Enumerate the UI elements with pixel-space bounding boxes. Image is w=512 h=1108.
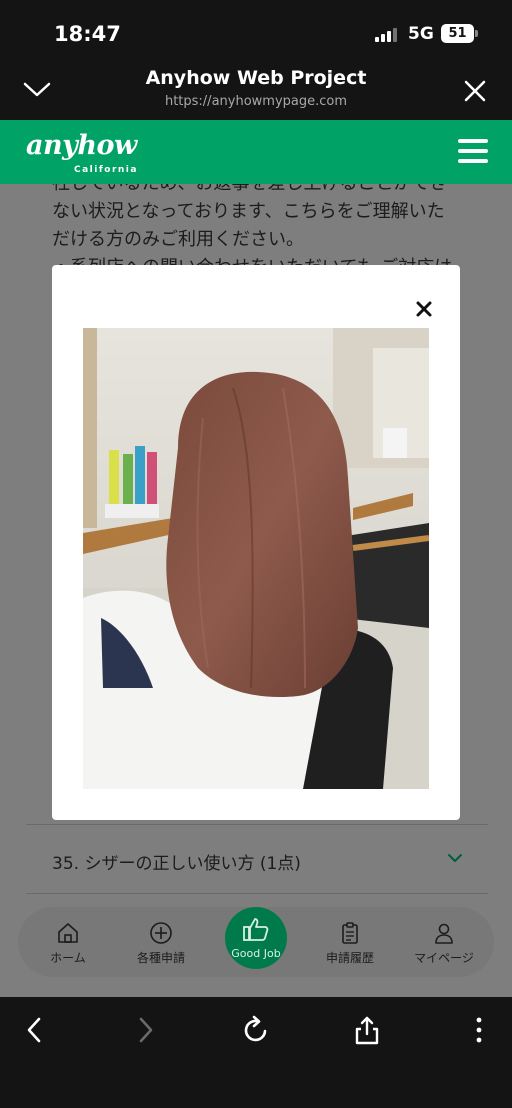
tab-label: マイページ (414, 951, 474, 965)
item-label: 35. シザーの正しい使い方 (1点) (52, 854, 301, 874)
close-icon[interactable] (416, 301, 432, 317)
logo-subtext: California (74, 165, 138, 175)
site-nav: anyhow California (0, 120, 512, 184)
image-modal (52, 265, 460, 820)
hair-photo (83, 328, 429, 789)
status-bar: 18:47 5G 51 (0, 0, 512, 62)
plus-circle-icon (150, 922, 172, 944)
signal-icon (375, 28, 399, 42)
tab-home[interactable]: ホーム (23, 907, 113, 977)
more-icon[interactable] (464, 1015, 494, 1045)
clipboard-icon (342, 922, 358, 944)
reload-icon[interactable] (241, 1015, 271, 1045)
battery-icon: 51 (441, 24, 474, 43)
tab-history[interactable]: 申請履歴 (305, 907, 395, 977)
page-title: Anyhow Web Project (145, 67, 367, 89)
list-item[interactable]: 35. シザーの正しい使い方 (1点) (26, 824, 488, 894)
tab-label: 各種申請 (136, 951, 185, 965)
browser-header: Anyhow Web Project https://anyhowmypage.… (0, 62, 512, 120)
browser-toolbar (0, 997, 512, 1108)
notice-line: ない状況となっております、こちらをご理解いた (52, 201, 445, 222)
share-icon[interactable] (352, 1015, 382, 1045)
notice-line: だける方のみご利用ください。 (52, 229, 304, 250)
tab-label: Good Job (231, 947, 281, 960)
notice-line: 社しているため、お返事を差し上げることができ (52, 184, 472, 198)
tab-mypage[interactable]: マイページ (399, 907, 489, 977)
bottom-tab-bar: ホーム 各種申請 Good Job 申請履歴 マイページ (18, 907, 494, 977)
thumbs-up-icon (243, 918, 269, 941)
home-icon (58, 923, 78, 943)
chevron-down-icon[interactable] (446, 849, 464, 867)
person-icon (435, 923, 453, 944)
status-time: 18:47 (54, 22, 121, 46)
page-url: https://anyhowmypage.com (164, 94, 348, 109)
tab-label: ホーム (50, 951, 86, 965)
battery-cap (475, 30, 478, 37)
network-type: 5G (408, 24, 434, 44)
tab-apply[interactable]: 各種申請 (116, 907, 206, 977)
forward-icon[interactable] (130, 1015, 160, 1045)
hamburger-icon[interactable] (458, 138, 490, 164)
tab-good-job[interactable]: Good Job (225, 907, 287, 969)
site-logo[interactable]: anyhow California (26, 130, 137, 175)
back-icon[interactable] (20, 1015, 50, 1045)
close-icon[interactable] (462, 78, 488, 104)
logo-text: anyhow (26, 130, 137, 161)
tab-label: 申請履歴 (325, 951, 374, 965)
